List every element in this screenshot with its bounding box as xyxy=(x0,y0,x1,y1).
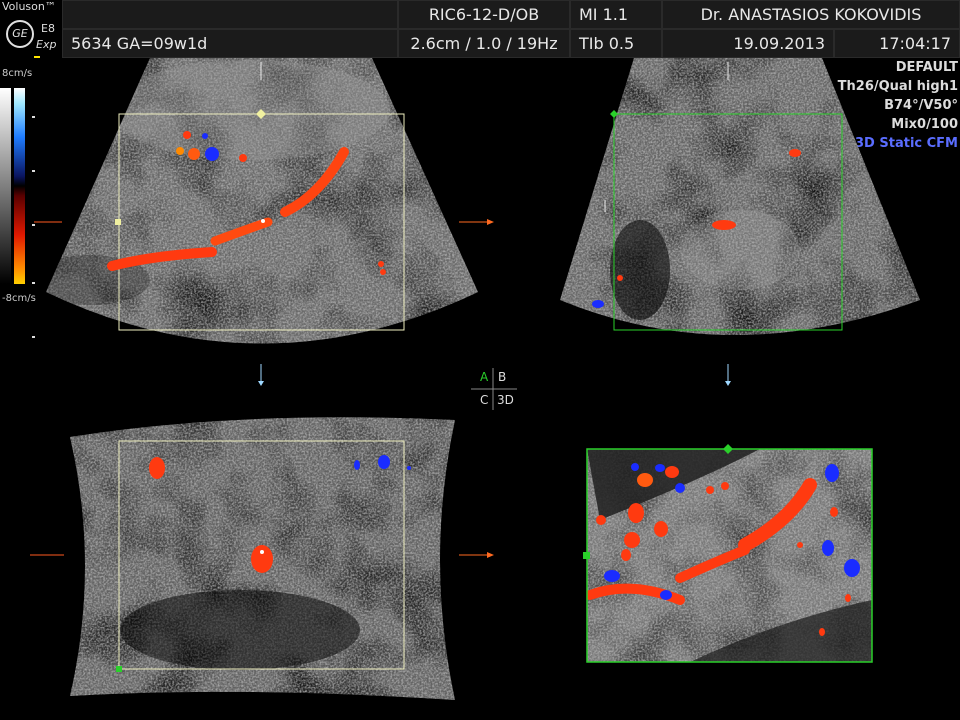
view-3d-render[interactable] xyxy=(583,444,873,663)
view-a-label[interactable]: A xyxy=(480,370,488,384)
view-c-label[interactable]: C xyxy=(480,393,488,407)
ultrasound-display xyxy=(0,56,960,705)
view-3d-label[interactable]: 3D xyxy=(497,393,514,407)
view-b-sagittal[interactable] xyxy=(540,58,960,386)
view-a-transverse[interactable] xyxy=(0,58,494,398)
view-c-coronal[interactable] xyxy=(30,405,494,705)
color-scale-bars xyxy=(0,56,62,338)
view-b-label[interactable]: B xyxy=(498,370,506,384)
